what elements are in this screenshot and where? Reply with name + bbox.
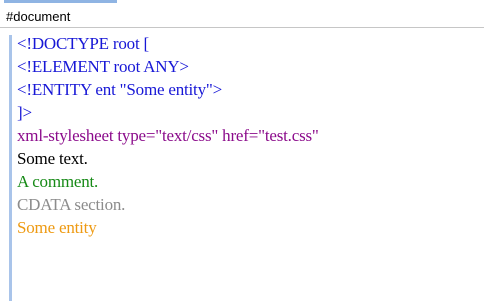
doctype-entity-line[interactable]: <!ENTITY ent "Some entity"> [17,79,222,101]
document-node-label: #document [6,9,71,24]
comment-node-line[interactable]: A comment. [17,171,98,193]
document-viewer: #document <!DOCTYPE root [ <!ELEMENT roo… [0,0,484,301]
processing-instruction-line[interactable]: xml-stylesheet type="text/css" href="tes… [17,125,319,147]
cdata-node-line[interactable]: CDATA section. [17,194,125,216]
doctype-line[interactable]: <!DOCTYPE root [ [17,33,149,55]
text-node-line[interactable]: Some text. [17,148,88,170]
node-gutter-bar-end [9,289,12,301]
entity-reference-line[interactable]: Some entity [17,217,97,239]
node-gutter-bar [9,35,12,289]
doctype-element-line[interactable]: <!ELEMENT root ANY> [17,56,189,78]
document-header[interactable]: #document [0,7,484,27]
header-accent-bar [4,0,117,3]
doctype-close-line[interactable]: ]> [17,102,32,124]
header-divider [0,27,484,28]
